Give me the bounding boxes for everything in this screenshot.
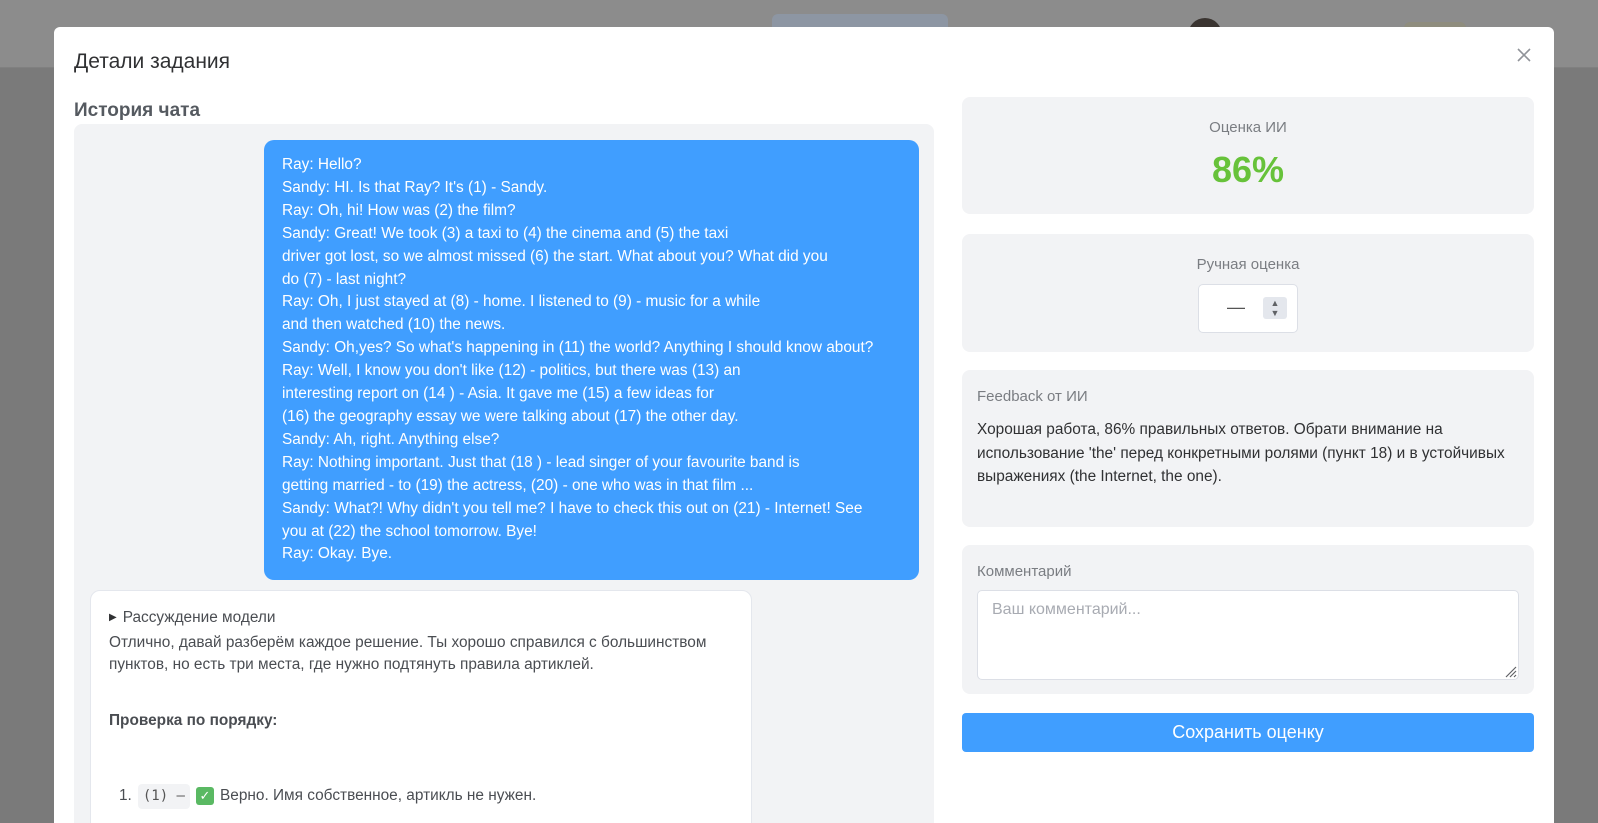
manual-score-value: — [1227, 297, 1245, 317]
ai-check-item: 1. (1) – ✓ Верно. Имя собственное, артик… [109, 784, 733, 809]
modal-title: Детали задания [74, 50, 231, 73]
chat-history-title: История чата [74, 100, 201, 121]
user-message-bubble: Ray: Hello? Sandy: HI. Is that Ray? It's… [264, 140, 919, 581]
manual-score-card: Ручная оценка — ▲ ▼ [962, 234, 1534, 352]
task-details-modal: Детали задания История чата Ray: Hello? … [54, 27, 1554, 823]
comment-label: Комментарий [977, 563, 1072, 580]
ai-score-card: Оценка ИИ 86% [962, 97, 1534, 214]
reasoning-toggle-label: Рассуждение модели [122, 609, 276, 626]
message-line: Ray: Okay. Bye. [282, 545, 393, 563]
save-score-button[interactable]: Сохранить оценку [962, 713, 1534, 752]
message-line: and then watched (10) the news. [282, 316, 506, 334]
ai-intro-text: Отлично, давай разберём каждое решение. … [109, 632, 733, 677]
message-line: Sandy: Oh,yes? So what's happening in (1… [282, 339, 874, 357]
message-line: Sandy: Great! We took (3) a taxi to (4) … [282, 224, 729, 242]
triangle-right-icon: ▶ [109, 612, 117, 623]
ai-score-label: Оценка ИИ [1209, 119, 1287, 136]
message-line: driver got lost, so we almost missed (6)… [282, 247, 828, 265]
comment-card: Комментарий [962, 545, 1534, 694]
message-line: interesting report on (14 ) - Asia. It g… [282, 385, 714, 403]
message-line: you at (22) the school tomorrow. Bye! [282, 522, 537, 540]
ai-feedback-label: Feedback от ИИ [977, 388, 1088, 405]
item-code: (1) – [137, 784, 190, 809]
manual-score-label: Ручная оценка [1196, 256, 1300, 273]
message-line: Ray: Nothing important. Just that (18 ) … [282, 453, 800, 471]
message-line: getting married - to (19) the actress, (… [282, 476, 754, 494]
item-text: Верно. Имя собственное, артикль не нужен… [220, 787, 537, 804]
ai-message-bubble: ▶ Рассуждение модели Отлично, давай разб… [90, 590, 752, 823]
message-line: Ray: Oh, I just stayed at (8) - home. I … [282, 293, 761, 311]
chevron-up-icon[interactable]: ▲ [1271, 298, 1280, 308]
item-number: 1. [119, 787, 132, 804]
stepper-arrows[interactable]: ▲ ▼ [1263, 297, 1287, 319]
message-line: Ray: Oh, hi! How was (2) the film? [282, 201, 516, 219]
ai-score-value: 86% [1211, 149, 1285, 190]
message-line: Sandy: What?! Why didn't you tell me? I … [282, 499, 863, 517]
resize-handle-icon[interactable] [1503, 664, 1517, 678]
message-line: Sandy: HI. Is that Ray? It's (1) - Sandy… [282, 178, 548, 196]
message-line: Sandy: Ah, right. Anything else? [282, 430, 500, 448]
ai-feedback-card: Feedback от ИИ Хорошая работа, 86% прави… [962, 370, 1534, 527]
ai-intro-line: пунктов, но есть три места, где нужно по… [109, 656, 594, 673]
ai-intro-line: Отлично, давай разберём каждое решение. … [109, 633, 707, 651]
chevron-down-icon[interactable]: ▼ [1271, 308, 1280, 318]
reasoning-toggle[interactable]: ▶ Рассуждение модели [109, 607, 733, 630]
comment-field[interactable] [977, 590, 1519, 680]
manual-score-stepper[interactable]: — ▲ ▼ [1198, 284, 1298, 333]
message-line: (16) the geography essay we were talking… [282, 407, 739, 425]
message-line: do (7) - last night? [282, 270, 407, 288]
message-line: Ray: Hello? [282, 156, 362, 173]
message-line: Ray: Well, I know you don't like (12) - … [282, 362, 741, 380]
ai-feedback-text: Хорошая работа, 86% правильных ответов. … [977, 421, 1505, 486]
check-mark-icon: ✓ [196, 787, 214, 806]
close-icon[interactable] [1514, 45, 1534, 65]
ai-check-heading: Проверка по порядку: [109, 711, 278, 729]
chat-history: Ray: Hello? Sandy: HI. Is that Ray? It's… [74, 124, 934, 823]
